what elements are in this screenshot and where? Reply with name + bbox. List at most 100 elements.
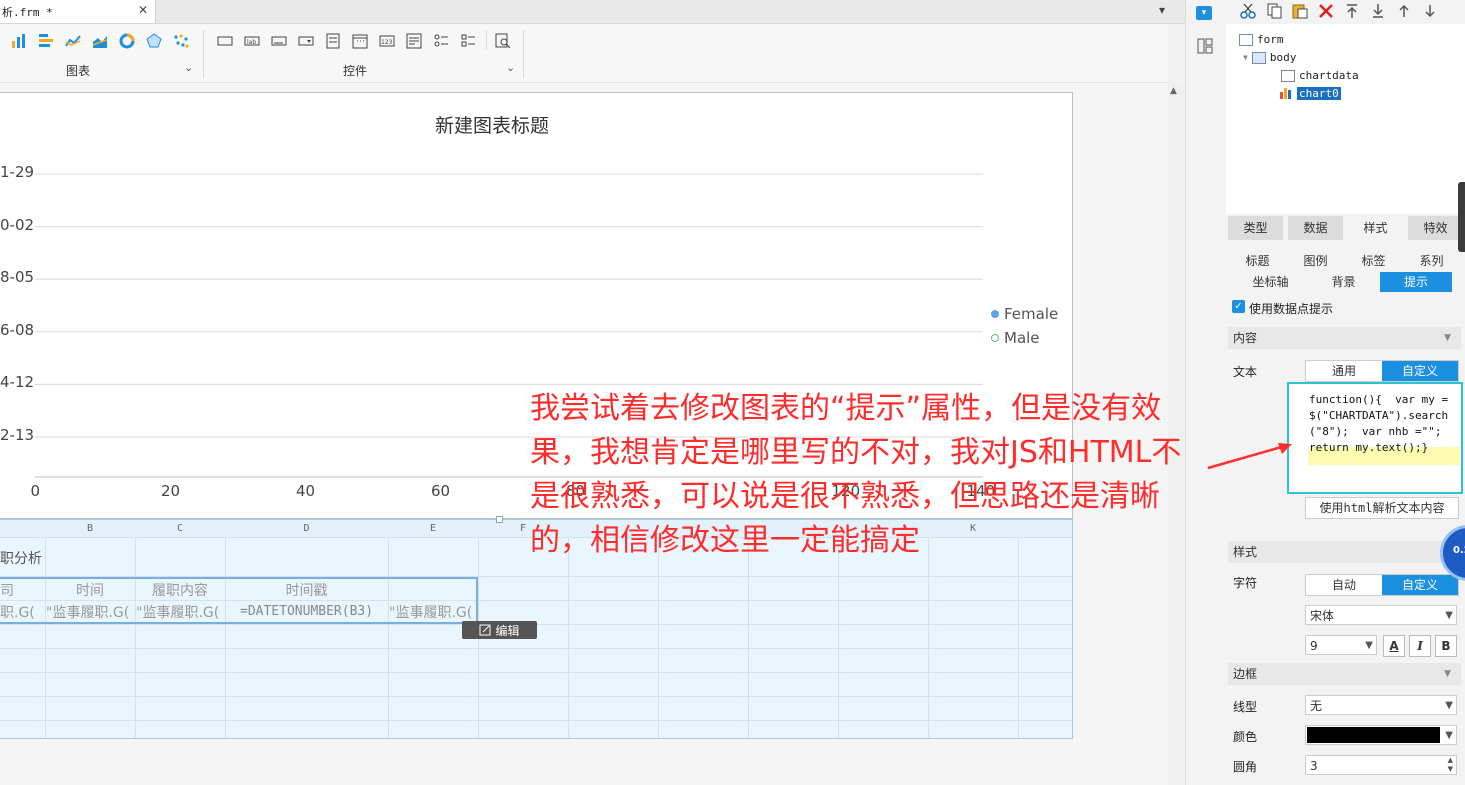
data-cell[interactable]: "监事履职.G(	[389, 602, 477, 622]
font-color-button[interactable]: A	[1383, 635, 1405, 657]
tab-type[interactable]: 类型	[1228, 216, 1283, 240]
legend-item[interactable]: Male	[991, 329, 1040, 347]
html-parse-button[interactable]: 使用html解析文本内容	[1305, 497, 1459, 519]
move-bottom-icon[interactable]	[1370, 3, 1386, 19]
number-control-icon[interactable]: 123	[378, 32, 395, 49]
data-cell[interactable]: "监事履职.G(	[136, 602, 224, 622]
tree-node-body[interactable]: ▼ body	[1243, 51, 1296, 64]
chevron-down-icon[interactable]: ⌄	[506, 61, 515, 74]
custom-text-editor[interactable]: function(){ var my =$("CHARTDATA").searc…	[1287, 382, 1463, 494]
char-mode-toggle[interactable]: 自动 自定义	[1305, 574, 1459, 596]
char-mode-custom[interactable]: 自定义	[1382, 575, 1458, 595]
dropdown-control-icon[interactable]	[297, 32, 314, 49]
move-up-icon[interactable]	[1396, 3, 1412, 19]
expand-icon[interactable]: ▼	[1243, 53, 1248, 62]
bold-button[interactable]: B	[1435, 635, 1457, 657]
checkbox-group-control-icon[interactable]	[459, 32, 476, 49]
legend-item[interactable]: Female	[991, 305, 1058, 323]
resize-handle[interactable]	[496, 516, 503, 523]
column-header-d[interactable]: D	[225, 520, 389, 537]
subtab-axis[interactable]: 坐标轴	[1234, 272, 1307, 292]
font-size-select[interactable]: 9 ▼	[1305, 635, 1377, 655]
border-section-header[interactable]: 边框 ▼	[1228, 663, 1461, 685]
collapse-icon[interactable]: ▼	[1444, 663, 1451, 685]
text-mode-custom[interactable]: 自定义	[1382, 361, 1458, 381]
move-down-icon[interactable]	[1422, 3, 1438, 19]
border-section-label: 边框	[1233, 667, 1258, 681]
collapse-icon[interactable]: ▼	[1444, 327, 1451, 349]
pie-chart-icon[interactable]	[118, 32, 135, 49]
document-tab[interactable]: 析.frm * ✕	[0, 0, 156, 23]
layout-icon[interactable]	[1197, 38, 1213, 57]
search-control-icon[interactable]	[494, 32, 511, 49]
subtab-label[interactable]: 标签	[1346, 251, 1401, 271]
line-type-select[interactable]: 无 ▼	[1305, 695, 1457, 715]
grid-line	[1018, 537, 1019, 738]
tree-node-chart0[interactable]: chart0	[1279, 86, 1341, 100]
subtab-legend[interactable]: 图例	[1288, 251, 1343, 271]
sheet-title-cell[interactable]: 职分析	[0, 548, 44, 568]
edit-button[interactable]: 编辑	[462, 621, 537, 639]
subtab-series[interactable]: 系列	[1404, 251, 1459, 271]
column-header-e[interactable]: E	[388, 520, 479, 537]
text-mode-toggle[interactable]: 通用 自定义	[1305, 360, 1459, 382]
subtab-background[interactable]: 背景	[1307, 272, 1380, 292]
grid-line	[135, 537, 136, 738]
custom-text-code: function(){ var my =$("CHARTDATA").searc…	[1309, 393, 1449, 454]
text-mode-general[interactable]: 通用	[1306, 361, 1382, 381]
header-cell[interactable]: 司	[0, 580, 44, 600]
header-cell-content[interactable]: 履职内容	[136, 580, 224, 600]
textarea-control-icon[interactable]	[405, 32, 422, 49]
date-control-icon[interactable]	[351, 32, 368, 49]
radio-group-control-icon[interactable]	[432, 32, 449, 49]
subtab-title[interactable]: 标题	[1230, 251, 1285, 271]
content-section-header[interactable]: 内容 ▼	[1228, 327, 1461, 349]
italic-button[interactable]: I	[1409, 635, 1431, 657]
stepper-icon[interactable]: ▲ ▼	[1448, 756, 1453, 774]
radar-chart-icon[interactable]	[145, 32, 162, 49]
radius-label: 圆角	[1233, 760, 1258, 774]
tab-data[interactable]: 数据	[1288, 216, 1343, 240]
radius-value: 3	[1310, 759, 1318, 773]
close-icon[interactable]: ✕	[138, 3, 148, 17]
move-top-icon[interactable]	[1344, 3, 1360, 19]
font-family-select[interactable]: 宋体 ▼	[1305, 605, 1457, 625]
tab-style[interactable]: 样式	[1348, 216, 1403, 240]
style-section-header[interactable]: 样式	[1228, 541, 1461, 563]
x-tick-label: 20	[161, 482, 181, 500]
button-control-icon[interactable]	[216, 32, 233, 49]
text-input-control-icon[interactable]	[270, 32, 287, 49]
scatter-chart-icon[interactable]	[172, 32, 189, 49]
paste-icon[interactable]	[1292, 3, 1308, 19]
radius-input[interactable]: 3 ▲ ▼	[1305, 755, 1457, 775]
tab-menu-icon[interactable]: ▾	[1159, 3, 1165, 17]
tab-effects[interactable]: 特效	[1408, 216, 1463, 240]
use-point-tip-checkbox[interactable]: ✓	[1232, 300, 1245, 313]
data-cell[interactable]: "监事履职.G(	[46, 602, 134, 622]
form-control-icon[interactable]	[324, 32, 341, 49]
chevron-down-icon[interactable]: ⌄	[184, 61, 193, 74]
toolbar-separator	[486, 30, 487, 50]
header-cell-time[interactable]: 时间	[46, 580, 134, 600]
line-chart-icon[interactable]	[64, 32, 81, 49]
column-header-c[interactable]: C	[135, 520, 226, 537]
color-select[interactable]: ▼	[1305, 725, 1457, 745]
cut-icon[interactable]	[1240, 3, 1256, 19]
scroll-up-icon[interactable]: ▲	[1170, 86, 1177, 96]
copy-icon[interactable]	[1266, 3, 1282, 19]
widget-dropdown-icon[interactable]: ▾	[1196, 6, 1212, 20]
horizontal-bar-chart-icon[interactable]	[37, 32, 54, 49]
char-mode-auto[interactable]: 自动	[1306, 575, 1382, 595]
area-chart-icon[interactable]	[91, 32, 108, 49]
subtab-tooltip[interactable]: 提示	[1380, 272, 1452, 292]
tree-node-chartdata[interactable]: chartdata	[1281, 69, 1359, 82]
column-header-b[interactable]: B	[45, 520, 136, 537]
bar-chart-icon[interactable]	[10, 32, 27, 49]
delete-icon[interactable]	[1318, 3, 1334, 19]
data-cell[interactable]: 职.G(	[0, 602, 44, 622]
chevron-down-icon: ▼	[1365, 640, 1373, 651]
formula-cell[interactable]: =DATETONUMBER(B3)	[240, 604, 387, 619]
header-cell-timestamp[interactable]: 时间戳	[226, 580, 387, 600]
label-control-icon[interactable]: lab	[243, 32, 260, 49]
tree-node-form[interactable]: form	[1239, 33, 1284, 46]
